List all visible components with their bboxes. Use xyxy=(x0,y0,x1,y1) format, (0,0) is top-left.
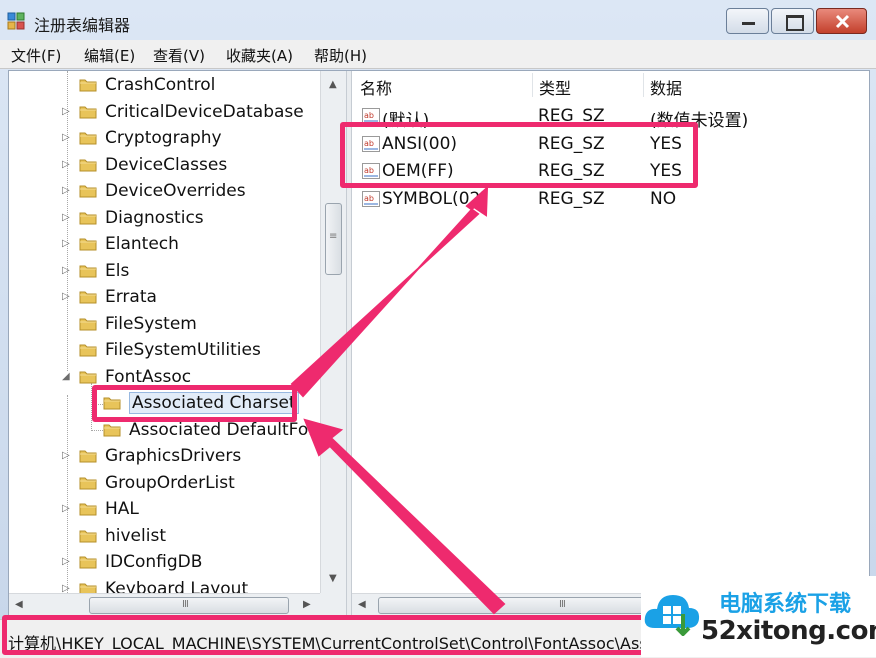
arrow-to-values xyxy=(290,185,489,398)
watermark-url: 52xitong.com xyxy=(701,616,876,646)
watermark: 电脑系统下载 52xitong.com xyxy=(641,576,876,657)
annotation-arrows xyxy=(290,185,506,615)
cloud-windows-icon xyxy=(644,595,700,636)
arrow-to-selected-key xyxy=(303,418,506,615)
registry-editor-window: 注册表编辑器 文件(F) 编辑(E) 查看(V) 收藏夹(A) 帮助(H) Cr… xyxy=(0,0,876,658)
watermark-title: 电脑系统下载 xyxy=(719,592,852,617)
